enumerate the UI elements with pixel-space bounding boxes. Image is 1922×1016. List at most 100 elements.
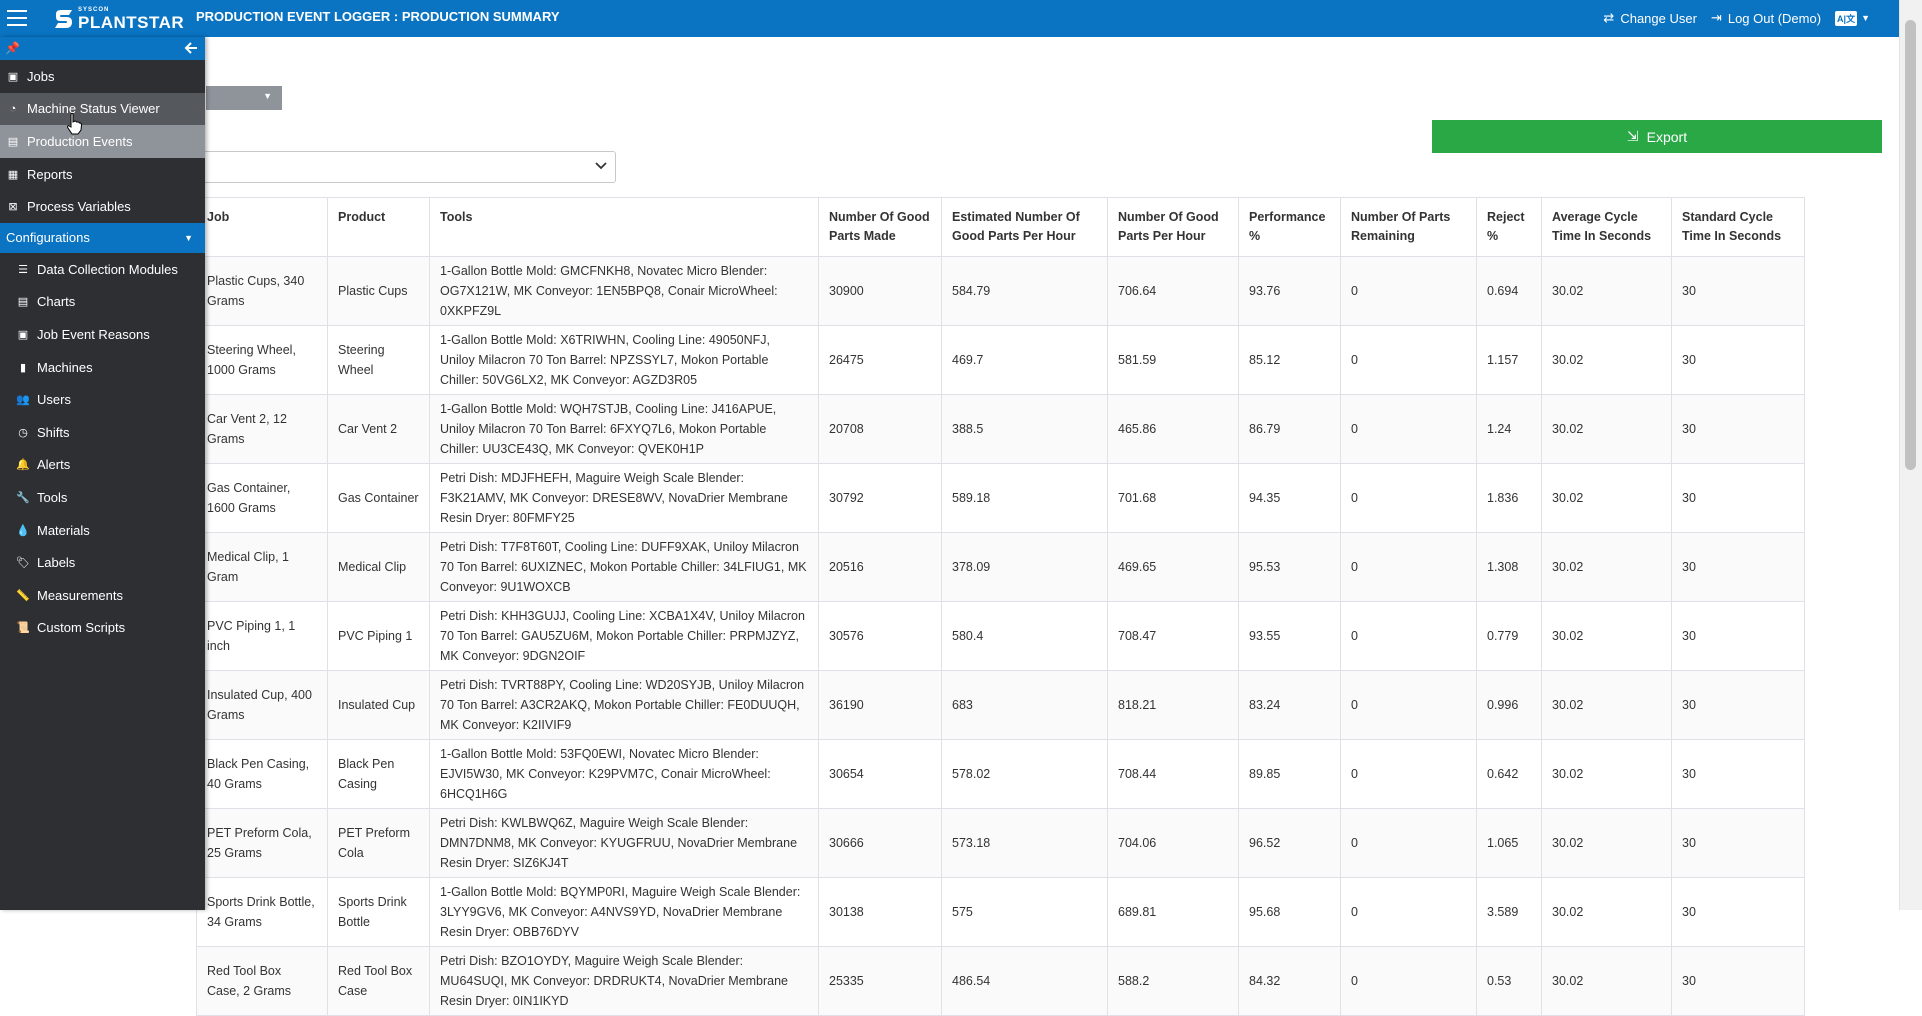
sidebar-item-materials[interactable]: 💧 Materials	[0, 514, 205, 547]
change-user-link[interactable]: ⇄ Change User	[1603, 10, 1697, 26]
cell-parts-remaining: 0	[1340, 808, 1477, 878]
cell-standard-cycle-time: 30	[1671, 739, 1805, 809]
cell-estimated-per-hour: 378.09	[941, 532, 1108, 602]
cell-estimated-per-hour: 486.54	[941, 946, 1108, 1016]
table-row[interactable]: Car Vent 2, 12 Grams Car Vent 2 1-Gallon B…	[196, 394, 1805, 464]
sidebar-item-label: Jobs	[27, 68, 55, 84]
sidebar-item-label: Job Event Reasons	[37, 326, 150, 342]
cell-product: Insulated Cup	[327, 670, 430, 740]
cell-standard-cycle-time: 30	[1671, 256, 1805, 326]
sidebar-item-data-collection-modules[interactable]: ☰ Data Collection Modules	[0, 253, 205, 286]
column-header-product[interactable]: Product	[327, 197, 430, 257]
cell-estimated-per-hour: 683	[941, 670, 1108, 740]
pin-icon[interactable]: 📌	[5, 41, 20, 55]
cell-good-parts-per-hour: 465.86	[1107, 394, 1239, 464]
cell-performance: 94.35	[1238, 463, 1341, 533]
sidebar-item-machine-status-viewer[interactable]: ◔ Machine Status Viewer	[0, 92, 205, 126]
sidebar-item-production-events[interactable]: ▤ Production Events	[0, 125, 205, 158]
cell-job: Insulated Cup, 400 Grams	[196, 670, 328, 740]
cell-performance: 83.24	[1238, 670, 1341, 740]
mouse-pointer-icon	[67, 113, 82, 135]
sidebar-item-users[interactable]: 👥 Users	[0, 383, 205, 416]
sidebar-item-shifts[interactable]: ◷ Shifts	[0, 416, 205, 449]
sidebar-item-configurations[interactable]: Configurations ▼	[0, 222, 205, 253]
language-icon[interactable]: A|文	[1835, 10, 1858, 26]
sidebar-item-labels[interactable]: 🏷 Labels	[0, 546, 205, 579]
cell-average-cycle-time: 30.02	[1541, 394, 1672, 464]
column-header-estimated-parts-per-hour[interactable]: Estimated Number Of Good Parts Per Hour	[941, 197, 1108, 257]
cell-estimated-per-hour: 388.5	[941, 394, 1108, 464]
filter-dropdown-button[interactable]: ▼	[206, 86, 282, 110]
sidebar-item-measurements[interactable]: 📏 Measurements	[0, 579, 205, 612]
job-select[interactable]	[180, 151, 616, 183]
cell-tools: Petri Dish: BZO1OYDY, Maguire Weigh Scal…	[429, 946, 819, 1016]
cell-parts-remaining: 0	[1340, 394, 1477, 464]
cell-average-cycle-time: 30.02	[1541, 808, 1672, 878]
export-file-icon: ⇲	[1626, 128, 1639, 144]
language-caret-icon[interactable]: ▼	[1861, 13, 1870, 23]
cell-parts-remaining: 0	[1340, 670, 1477, 740]
sidebar-item-jobs[interactable]: ▣ Jobs	[0, 60, 205, 93]
script-icon: 📜	[16, 622, 30, 635]
table-row[interactable]: Sports Drink Bottle, 34 Grams Sports Drin…	[196, 877, 1805, 947]
cell-performance: 84.32	[1238, 946, 1341, 1016]
scrollbar-thumb[interactable]	[1905, 20, 1916, 470]
cell-job: Medical Clip, 1 Gram	[196, 532, 328, 602]
table-row[interactable]: Plastic Cups, 340 Grams Plastic Cups 1-Gal…	[196, 256, 1805, 326]
page-scrollbar[interactable]	[1899, 0, 1922, 910]
sidebar-item-tools[interactable]: 🔧 Tools	[0, 481, 205, 514]
table-row[interactable]: Red Tool Box Case, 2 Grams Red Tool Box C…	[196, 946, 1805, 1016]
production-summary-table: Job Product Tools Number Of Good Parts M…	[196, 197, 1805, 1016]
cell-performance: 86.79	[1238, 394, 1341, 464]
sidebar-item-charts[interactable]: ▤ Charts	[0, 286, 205, 319]
clock-icon: ◷	[18, 426, 28, 439]
gauge-icon: ◔	[9, 102, 17, 115]
table-row[interactable]: PVC Piping 1, 1 inch PVC Piping 1 Petri Di…	[196, 601, 1805, 671]
table-row[interactable]: Steering Wheel, 1000 Grams Steering Wheel…	[196, 325, 1805, 395]
arrow-left-icon[interactable]	[183, 39, 199, 57]
column-header-parts-remaining[interactable]: Number Of Parts Remaining	[1340, 197, 1477, 257]
table-row[interactable]: Insulated Cup, 400 Grams Insulated Cup Pet…	[196, 670, 1805, 740]
sidebar-item-label: Process Variables	[27, 199, 131, 215]
sidebar-item-reports[interactable]: ▦ Reports	[0, 158, 205, 191]
table-row[interactable]: Medical Clip, 1 Gram Medical Clip Petri Di…	[196, 532, 1805, 602]
export-button[interactable]: ⇲ Export	[1432, 120, 1882, 153]
sidebar-item-alerts[interactable]: 🔔 Alerts	[0, 449, 205, 482]
column-header-tools[interactable]: Tools	[429, 197, 819, 257]
sidebar-item-custom-scripts[interactable]: 📜 Custom Scripts	[0, 612, 205, 645]
cell-product: Car Vent 2	[327, 394, 430, 464]
table-row[interactable]: Black Pen Casing, 40 Grams Black Pen Casi…	[196, 739, 1805, 809]
column-header-performance[interactable]: Performance %	[1238, 197, 1341, 257]
cell-good-parts-made: 30138	[818, 877, 942, 947]
cell-average-cycle-time: 30.02	[1541, 946, 1672, 1016]
column-header-standard-cycle-time[interactable]: Standard Cycle Time In Seconds	[1671, 197, 1805, 257]
cell-job: Car Vent 2, 12 Grams	[196, 394, 328, 464]
cell-good-parts-made: 20708	[818, 394, 942, 464]
hamburger-menu-icon[interactable]	[7, 10, 27, 26]
table-row[interactable]: PET Preform Cola, 25 Grams PET Preform Co…	[196, 808, 1805, 878]
sidebar-item-job-event-reasons[interactable]: ▣ Job Event Reasons	[0, 318, 205, 351]
cell-good-parts-per-hour: 818.21	[1107, 670, 1239, 740]
column-header-job[interactable]: Job	[196, 197, 328, 257]
column-header-good-parts-made[interactable]: Number Of Good Parts Made	[818, 197, 942, 257]
cell-reject: 3.589	[1476, 877, 1542, 947]
cell-standard-cycle-time: 30	[1671, 463, 1805, 533]
sidebar-item-label: Shifts	[37, 424, 70, 440]
sidebar-item-machines[interactable]: ▮ Machines	[0, 351, 205, 384]
cell-tools: 1-Gallon Bottle Mold: GMCFNKH8, Novatec …	[429, 256, 819, 326]
drop-icon: 💧	[16, 524, 30, 537]
cell-job: PET Preform Cola, 25 Grams	[196, 808, 328, 878]
cell-reject: 1.24	[1476, 394, 1542, 464]
cell-reject: 1.157	[1476, 325, 1542, 395]
tags-icon: 🏷	[16, 557, 30, 570]
column-header-average-cycle-time[interactable]: Average Cycle Time In Seconds	[1541, 197, 1672, 257]
column-header-reject[interactable]: Reject %	[1476, 197, 1542, 257]
table-row[interactable]: Gas Container, 1600 Grams Gas Container Pe…	[196, 463, 1805, 533]
cell-performance: 93.76	[1238, 256, 1341, 326]
sidebar-item-label: Machine Status Viewer	[27, 101, 160, 117]
logout-link[interactable]: ⇥ Log Out (Demo)	[1711, 10, 1821, 26]
cell-parts-remaining: 0	[1340, 325, 1477, 395]
sidebar-item-label: Configurations	[6, 230, 90, 246]
column-header-good-parts-per-hour[interactable]: Number Of Good Parts Per Hour	[1107, 197, 1239, 257]
sidebar-item-process-variables[interactable]: ⊠ Process Variables	[0, 190, 205, 223]
